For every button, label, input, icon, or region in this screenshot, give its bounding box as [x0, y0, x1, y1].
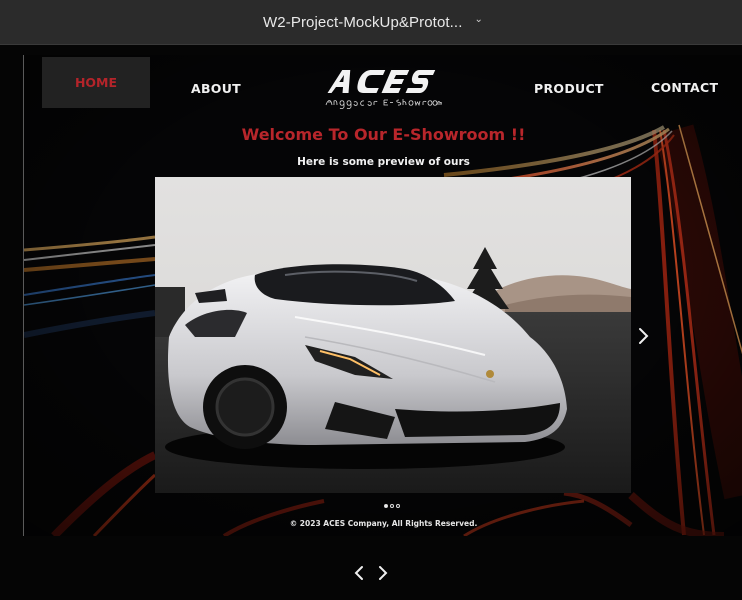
carousel-slide-image: [155, 177, 631, 493]
carousel-dot-2[interactable]: [390, 504, 394, 508]
website-frame: HOME ABOUT PRODUCT CONTACT Welcome To Ou…: [23, 55, 742, 536]
chevron-down-icon: ⌄: [474, 13, 483, 25]
carousel-dot-1[interactable]: [384, 504, 388, 508]
carousel-dot-3[interactable]: [396, 504, 400, 508]
welcome-heading: Welcome To Our E-Showroom !!: [241, 125, 526, 144]
prototype-top-bar: W2-Project-MockUp&Protot... ⌄: [0, 0, 742, 45]
prototype-navigation: [0, 562, 742, 584]
chevron-right-icon: [639, 328, 649, 344]
footer-copyright: © 2023 ACES Company, All Rights Reserved…: [289, 519, 478, 528]
prototype-next-button[interactable]: [376, 562, 390, 584]
chevron-right-icon: [379, 566, 388, 580]
chevron-left-icon: [354, 566, 363, 580]
nav-home[interactable]: HOME: [42, 57, 150, 108]
aces-logo[interactable]: [324, 67, 442, 109]
nav-about[interactable]: ABOUT: [191, 81, 241, 96]
carousel-indicators: [384, 504, 400, 508]
nav-home-label: HOME: [74, 75, 118, 90]
carousel-next-button[interactable]: [634, 323, 652, 349]
prototype-prev-button[interactable]: [352, 562, 366, 584]
prototype-canvas: HOME ABOUT PRODUCT CONTACT Welcome To Ou…: [0, 45, 742, 600]
preview-subtitle: Here is some preview of ours: [297, 156, 470, 168]
file-title-dropdown[interactable]: W2-Project-MockUp&Protot... ⌄: [263, 14, 483, 31]
nav-contact[interactable]: CONTACT: [651, 80, 718, 95]
nav-product[interactable]: PRODUCT: [534, 81, 604, 96]
file-title: W2-Project-MockUp&Protot...: [263, 13, 463, 31]
